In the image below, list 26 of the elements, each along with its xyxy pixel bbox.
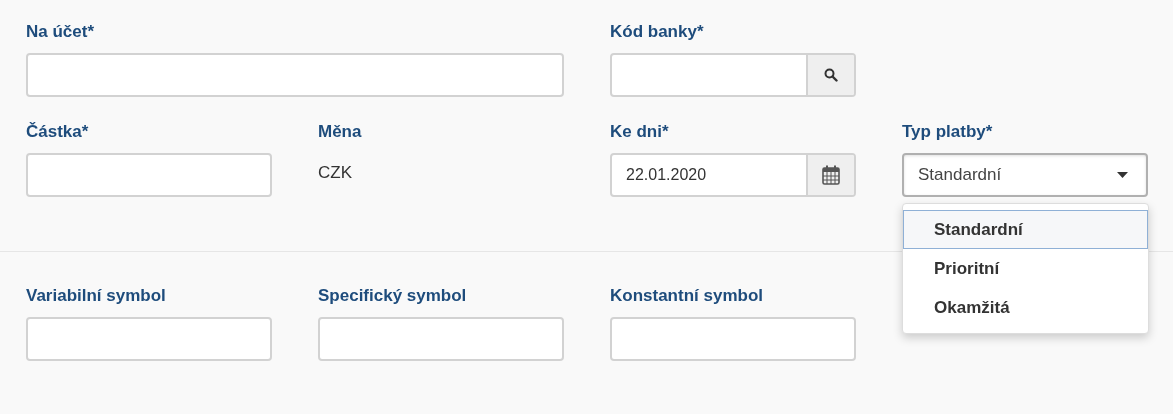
field-label: Variabilní symbol <box>26 285 166 307</box>
dropdown-option[interactable]: Prioritní <box>903 249 1148 288</box>
input-field[interactable] <box>26 317 272 361</box>
caret-icon <box>1117 172 1128 178</box>
input-field[interactable] <box>26 153 272 197</box>
calendar-button[interactable] <box>806 155 854 195</box>
select-field[interactable]: Standardní <box>902 153 1148 197</box>
dropdown-option[interactable]: Standardní <box>903 210 1148 249</box>
field-label: Na účet* <box>26 21 95 43</box>
input-field[interactable] <box>318 317 564 361</box>
field-label: Částka* <box>26 121 89 143</box>
field-label: Ke dni* <box>610 121 669 143</box>
bank-code-field[interactable] <box>610 53 856 97</box>
field-label: Kód banky* <box>610 21 704 43</box>
search-icon <box>824 68 838 82</box>
field-value: CZK <box>318 162 352 183</box>
input-field[interactable] <box>26 53 564 97</box>
search-button[interactable] <box>806 55 854 95</box>
calendar-icon <box>822 165 840 185</box>
input-field[interactable] <box>610 317 856 361</box>
field-label: Typ platby* <box>902 121 993 143</box>
date-field[interactable]: 22.01.2020 <box>610 153 856 197</box>
field-label: Konstantní symbol <box>610 285 763 307</box>
field-label: Specifický symbol <box>318 285 467 307</box>
field-label: Měna <box>318 121 362 143</box>
dropdown-option[interactable]: Okamžitá <box>903 288 1148 327</box>
